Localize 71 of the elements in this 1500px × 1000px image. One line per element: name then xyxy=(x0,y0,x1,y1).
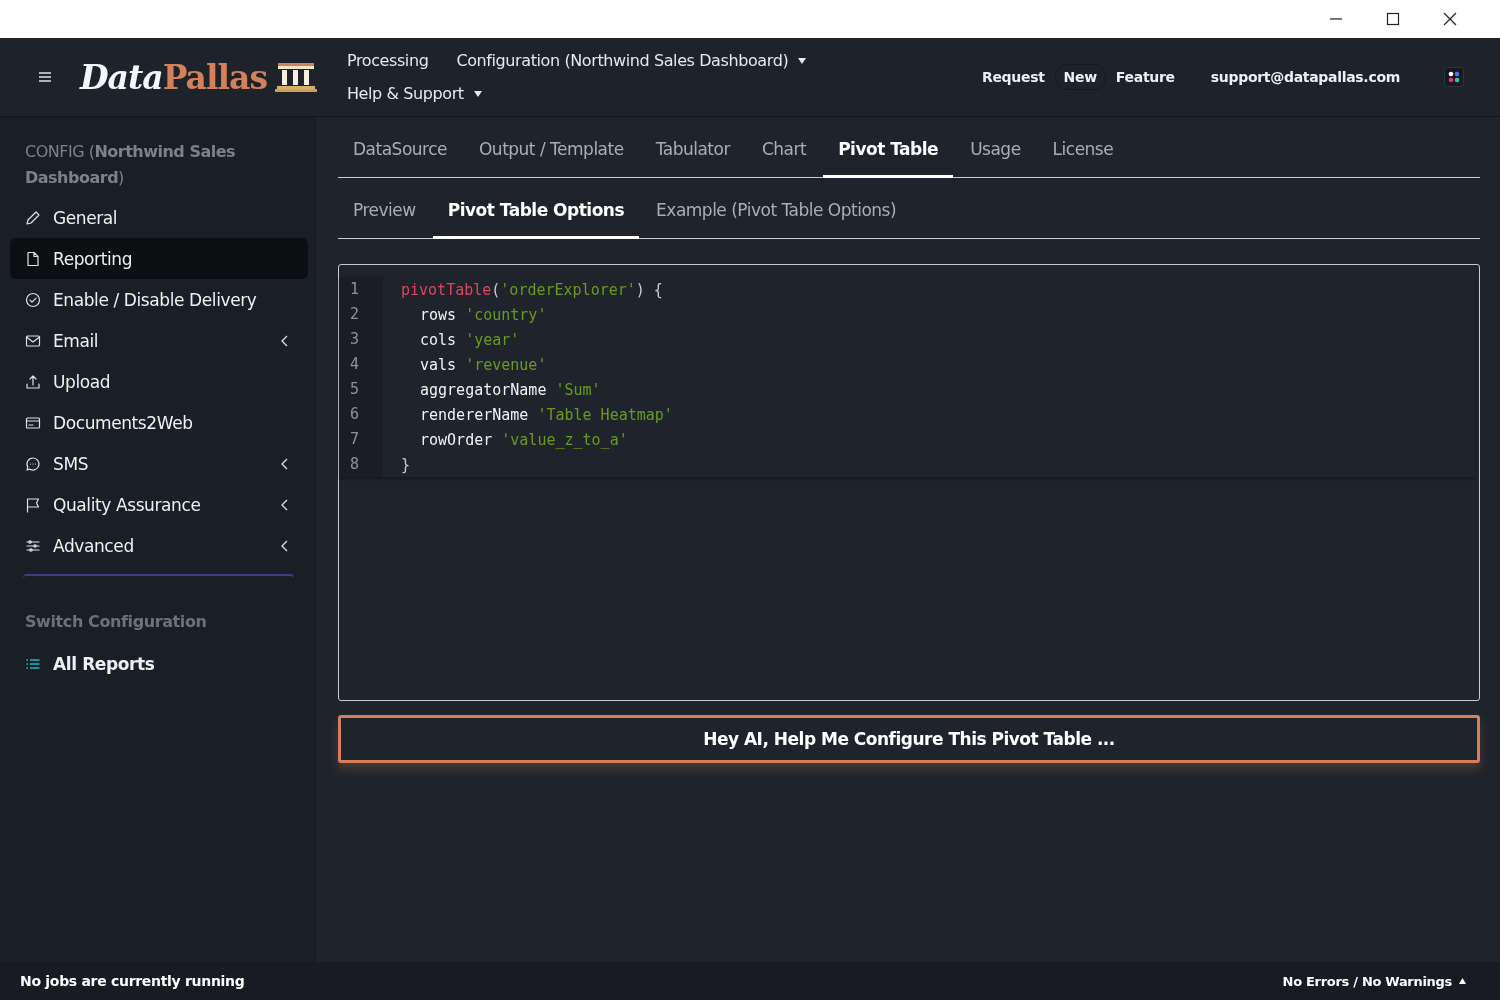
tab[interactable]: Pivot Table xyxy=(823,117,954,178)
code-line: cols 'year' xyxy=(419,330,520,349)
nav-menu-item[interactable]: Help & Support xyxy=(346,84,482,103)
column-logo-icon xyxy=(274,61,317,93)
card-icon xyxy=(25,414,41,431)
sidebar-item[interactable]: Reporting xyxy=(10,238,308,279)
apps-icon[interactable] xyxy=(1444,67,1464,87)
tab[interactable]: Output / Template xyxy=(464,117,639,178)
feature-request-link[interactable]: Feature xyxy=(1115,69,1175,85)
line-number: 8 xyxy=(339,452,383,477)
code-line: rendererName 'Table Heatmap' xyxy=(419,405,673,424)
line-number: 5 xyxy=(339,377,383,402)
new-feature-badge[interactable]: New xyxy=(1054,64,1106,90)
chevron-icon xyxy=(280,457,288,470)
chevron-icon xyxy=(280,539,288,552)
status-text: No jobs are currently running xyxy=(20,973,245,989)
nav-menu-item[interactable]: Configuration (Northwind Sales Dashboard) xyxy=(456,51,807,70)
check-icon xyxy=(25,291,41,308)
code-line: vals 'revenue' xyxy=(419,355,547,374)
tab[interactable]: DataSource xyxy=(338,117,462,178)
sidebar-item[interactable]: Advanced xyxy=(10,525,308,566)
tab[interactable]: Preview xyxy=(338,178,431,239)
chevron-icon xyxy=(280,334,288,347)
pencil-icon xyxy=(25,209,41,226)
line-number: 3 xyxy=(339,327,383,352)
file-icon xyxy=(25,250,41,267)
upload-icon xyxy=(25,373,41,390)
maximize-icon[interactable] xyxy=(1386,12,1400,26)
caret-icon xyxy=(798,57,807,64)
sidebar-item[interactable]: General xyxy=(10,197,308,238)
tab[interactable]: Usage xyxy=(955,117,1036,178)
section-title: Switch Configuration xyxy=(24,611,208,633)
close-icon[interactable] xyxy=(1443,12,1457,26)
sidebar-title: CONFIG (Northwind Sales Dashboard) xyxy=(24,141,237,189)
sidebar-item[interactable]: Email xyxy=(10,320,308,361)
line-number: 2 xyxy=(339,302,383,327)
code-line: rowOrder 'value_z_to_a' xyxy=(419,430,628,449)
all-reports-link[interactable]: All Reports xyxy=(10,643,308,684)
caret-icon xyxy=(1459,978,1466,984)
code-line: aggregatorName 'Sum' xyxy=(419,380,601,399)
code-line: pivotTable('orderExplorer') { xyxy=(400,280,663,299)
ai-help-button[interactable]: Hey AI, Help Me Configure This Pivot Table ... xyxy=(338,715,1480,763)
code-line: } xyxy=(400,455,411,474)
line-number: 6 xyxy=(339,402,383,427)
tab[interactable]: Tabulator xyxy=(640,117,745,178)
flag-icon xyxy=(25,496,41,513)
sidebar-item[interactable]: SMS xyxy=(10,443,308,484)
caret-icon xyxy=(473,90,482,97)
tab[interactable]: Chart xyxy=(746,117,822,178)
sidebar-item[interactable]: Enable / Disable Delivery xyxy=(10,279,308,320)
chevron-icon xyxy=(280,498,288,511)
sliders-icon xyxy=(25,537,41,554)
code-line: rows 'country' xyxy=(419,305,547,324)
line-number: 1 xyxy=(339,277,383,302)
nav-menu-item[interactable]: Processing xyxy=(346,51,429,70)
sidebar-item[interactable]: Documents2Web xyxy=(10,402,308,443)
menu-icon[interactable] xyxy=(38,71,52,83)
mail-icon xyxy=(25,332,41,349)
chat-icon xyxy=(25,455,41,472)
tab[interactable]: License xyxy=(1037,117,1129,178)
code-editor[interactable]: 1 pivotTable('orderExplorer') { 2 rows 'country' 3 cols 'year' 4 vals 'revenue' 5 aggregatorName 'Sum' 6 rendererName 'Table Heatmap' 7 rowOrder 'value_z_to_a' 8 } xyxy=(338,264,1480,701)
feature-request-link[interactable]: Request xyxy=(981,69,1045,85)
support-email-link[interactable]: support@datapallas.com xyxy=(1210,69,1400,85)
line-number: 7 xyxy=(339,427,383,452)
logo-text: DataPallas xyxy=(80,57,267,97)
tab[interactable]: Pivot Table Options xyxy=(432,178,640,239)
sidebar-item[interactable]: Quality Assurance xyxy=(10,484,308,525)
status-indicator[interactable]: No Errors / No Warnings xyxy=(1282,973,1466,989)
line-number: 4 xyxy=(339,352,383,377)
sidebar-item[interactable]: Upload xyxy=(10,361,308,402)
tab[interactable]: Example (Pivot Table Options) xyxy=(641,178,912,239)
